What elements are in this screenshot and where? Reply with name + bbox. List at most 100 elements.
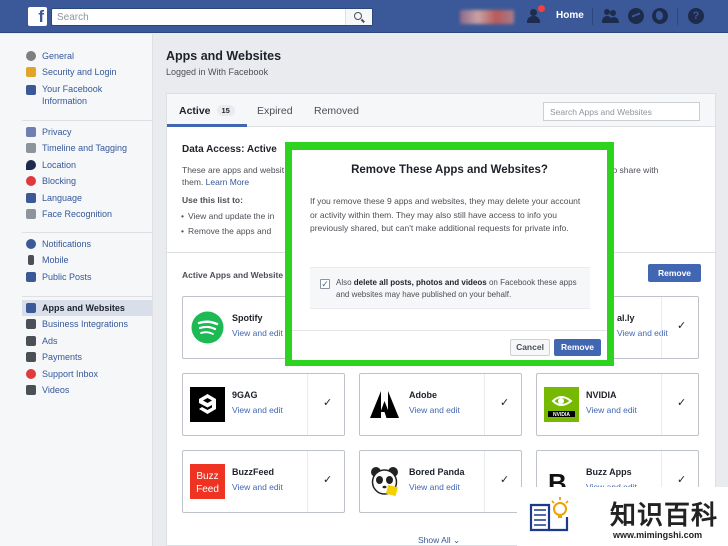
remove-apps-dialog: Remove These Apps and Websites? If you r… xyxy=(292,150,607,360)
svg-text:Feed: Feed xyxy=(196,484,219,495)
sidebar-item-language[interactable]: Language xyxy=(22,190,152,206)
sidebar-group-apps: Apps and Websites Business Integrations … xyxy=(22,296,152,398)
globe-icon xyxy=(26,239,36,249)
divider xyxy=(677,8,678,25)
app-name: 9GAG xyxy=(232,390,258,400)
facebook-logo-icon[interactable]: f xyxy=(28,7,47,26)
tab-removed[interactable]: Removed xyxy=(314,105,359,117)
business-icon xyxy=(26,319,36,330)
view-and-edit-link[interactable]: View and edit xyxy=(409,405,460,415)
search-box[interactable] xyxy=(51,8,373,26)
sidebar-item-payments[interactable]: Payments xyxy=(22,349,152,365)
language-icon xyxy=(26,192,36,203)
app-name: al.ly xyxy=(617,313,635,323)
view-and-edit-link[interactable]: View and edit xyxy=(586,405,637,415)
app-name: BuzzFeed xyxy=(232,467,275,477)
sidebar-item-location[interactable]: Location xyxy=(22,157,152,173)
show-all-link[interactable]: Show All ⌄ xyxy=(418,535,460,546)
sidebar-item-public-posts[interactable]: Public Posts xyxy=(22,269,152,285)
blocking-icon xyxy=(26,176,36,187)
sidebar-item-general[interactable]: General xyxy=(22,48,152,64)
spotify-logo-icon xyxy=(191,311,224,344)
top-navigation-bar: f Home ? xyxy=(0,0,728,33)
sidebar-item-apps-and-websites[interactable]: Apps and Websites xyxy=(22,300,152,317)
gear-icon xyxy=(26,51,36,61)
card-separator xyxy=(307,374,308,435)
lock-icon xyxy=(26,127,36,137)
card-separator xyxy=(661,297,662,358)
sidebar-item-ads[interactable]: Ads xyxy=(22,333,152,349)
card-separator xyxy=(307,451,308,512)
delete-posts-checkbox[interactable]: ✓ xyxy=(320,279,330,289)
messenger-icon[interactable] xyxy=(628,8,644,24)
notification-badge xyxy=(538,5,545,12)
data-access-title: Data Access: Active xyxy=(182,144,277,155)
profile-link-blurred[interactable] xyxy=(460,10,514,24)
search-input[interactable] xyxy=(52,9,342,25)
checkmark-icon[interactable]: ✓ xyxy=(323,473,332,486)
tab-expired[interactable]: Expired xyxy=(257,105,293,117)
friend-requests-icon[interactable] xyxy=(602,8,619,24)
sidebar-item-security[interactable]: Security and Login xyxy=(22,64,152,80)
sidebar-group-notifications: Notifications Mobile Public Posts xyxy=(22,232,152,285)
app-name: Bored Panda xyxy=(409,467,465,477)
sidebar-item-business-integrations[interactable]: Business Integrations xyxy=(22,316,152,332)
view-and-edit-link[interactable]: View and edit xyxy=(409,482,460,492)
app-name: Spotify xyxy=(232,313,263,323)
use-list-heading: Use this list to: xyxy=(182,195,243,205)
dialog-title: Remove These Apps and Websites? xyxy=(351,164,548,176)
view-and-edit-link[interactable]: View and edit xyxy=(232,328,283,338)
dialog-footer: Cancel Remove xyxy=(292,330,607,360)
app-card-bored-panda[interactable]: Bored Panda View and edit ✓ xyxy=(359,450,522,513)
sidebar-item-timeline[interactable]: Timeline and Tagging xyxy=(22,140,152,156)
videos-icon xyxy=(26,384,36,395)
sidebar-item-notifications[interactable]: Notifications xyxy=(22,236,152,252)
active-apps-label: Active Apps and Website xyxy=(182,270,284,280)
view-and-edit-link[interactable]: View and edit xyxy=(232,405,283,415)
app-card-adobe[interactable]: Adobe View and edit ✓ xyxy=(359,373,522,436)
sidebar-item-face-recognition[interactable]: Face Recognition xyxy=(22,206,152,222)
checkmark-icon[interactable]: ✓ xyxy=(677,319,686,332)
delete-posts-label[interactable]: Also delete all posts, photos and videos… xyxy=(336,277,586,301)
tab-active[interactable]: Active 15 xyxy=(179,105,235,117)
apps-search-input[interactable] xyxy=(544,103,699,120)
divider xyxy=(592,8,593,25)
sidebar-item-support-inbox[interactable]: Support Inbox xyxy=(22,366,152,382)
app-card-9gag[interactable]: 9GAG View and edit ✓ xyxy=(182,373,345,436)
quick-help-icon[interactable]: ? xyxy=(688,8,704,24)
timeline-icon xyxy=(26,143,36,154)
find-friends-icon[interactable] xyxy=(526,5,545,24)
watermark: 知识百科 www.mimingshi.com xyxy=(517,487,728,546)
checkmark-icon[interactable]: ✓ xyxy=(677,396,686,409)
sidebar-item-blocking[interactable]: Blocking xyxy=(22,173,152,189)
learn-more-link[interactable]: Learn More xyxy=(206,177,249,187)
ads-icon xyxy=(26,335,36,346)
confirm-remove-button[interactable]: Remove xyxy=(554,339,601,356)
checkmark-icon[interactable]: ✓ xyxy=(677,473,686,486)
bored-panda-logo-icon xyxy=(371,467,398,497)
9gag-logo-icon xyxy=(190,387,225,422)
sidebar-item-privacy[interactable]: Privacy xyxy=(22,124,152,140)
search-button[interactable] xyxy=(345,9,372,25)
notifications-globe-icon[interactable] xyxy=(652,8,668,24)
cancel-button[interactable]: Cancel xyxy=(510,339,550,356)
remove-apps-button[interactable]: Remove xyxy=(648,264,701,282)
home-link[interactable]: Home xyxy=(556,10,584,21)
app-name: Buzz Apps xyxy=(586,467,632,477)
sidebar-item-your-facebook-information[interactable]: Your Facebook Information xyxy=(22,81,152,107)
app-card-buzzfeed[interactable]: Buzz Feed BuzzFeed View and edit ✓ xyxy=(182,450,345,513)
book-lightbulb-icon xyxy=(529,497,569,532)
tabs-bar: Active 15 Expired Removed xyxy=(167,94,715,127)
app-card-nvidia[interactable]: NVIDIA NVIDIA View and edit ✓ xyxy=(536,373,699,436)
sidebar-item-mobile[interactable]: Mobile xyxy=(22,252,152,268)
location-icon xyxy=(26,159,36,170)
page-subtitle: Logged in With Facebook xyxy=(166,67,269,77)
checkmark-icon[interactable]: ✓ xyxy=(323,396,332,409)
view-and-edit-link[interactable]: View and edit xyxy=(232,482,283,492)
checkmark-icon[interactable]: ✓ xyxy=(500,396,509,409)
sidebar-item-videos[interactable]: Videos xyxy=(22,382,152,398)
apps-search-box[interactable] xyxy=(543,102,700,121)
apps-icon xyxy=(26,303,36,313)
facebook-icon xyxy=(26,84,36,95)
checkmark-icon[interactable]: ✓ xyxy=(500,473,509,486)
